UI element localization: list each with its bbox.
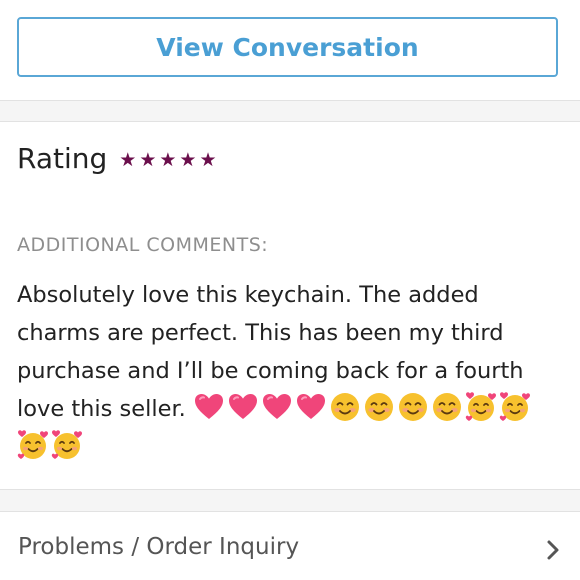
review-detail-page: View Conversation Rating ★ ★ ★ ★ ★ ADDIT… xyxy=(0,0,580,580)
smiling-face-icon xyxy=(330,393,359,421)
smiling-face-icon xyxy=(364,393,393,421)
smiling-face-with-hearts-icon xyxy=(17,430,48,459)
smiling-face-icon xyxy=(432,393,461,421)
heart-icon xyxy=(296,394,325,419)
rating-row: Rating ★ ★ ★ ★ ★ xyxy=(17,142,220,175)
chevron-right-icon xyxy=(547,540,559,560)
star-icon: ★ xyxy=(159,149,177,171)
rating-label: Rating xyxy=(17,142,108,175)
smiling-face-with-hearts-icon xyxy=(465,392,496,421)
smiling-face-with-hearts-icon xyxy=(51,430,82,459)
heart-icon xyxy=(262,394,291,419)
heart-icon xyxy=(228,394,257,419)
star-icon: ★ xyxy=(179,149,197,171)
comment-body: Absolutely love this keychain. The added… xyxy=(17,276,565,466)
additional-comments-heading: ADDITIONAL COMMENTS: xyxy=(17,234,269,256)
smiling-face-with-hearts-icon xyxy=(499,392,530,421)
section-divider xyxy=(0,101,580,122)
star-rating: ★ ★ ★ ★ ★ xyxy=(119,151,219,170)
star-icon: ★ xyxy=(139,149,157,171)
star-icon: ★ xyxy=(119,149,137,171)
rating-section: Rating ★ ★ ★ ★ ★ ADDITIONAL COMMENTS: Ab… xyxy=(0,122,580,489)
smiling-face-icon xyxy=(398,393,427,421)
section-divider xyxy=(0,489,580,512)
problems-order-inquiry-row[interactable]: Problems / Order Inquiry xyxy=(0,512,580,580)
star-icon: ★ xyxy=(199,149,217,171)
problems-order-inquiry-label: Problems / Order Inquiry xyxy=(18,534,300,560)
view-conversation-button[interactable]: View Conversation xyxy=(17,17,558,77)
conversation-section: View Conversation xyxy=(0,0,580,101)
heart-icon xyxy=(194,394,223,419)
